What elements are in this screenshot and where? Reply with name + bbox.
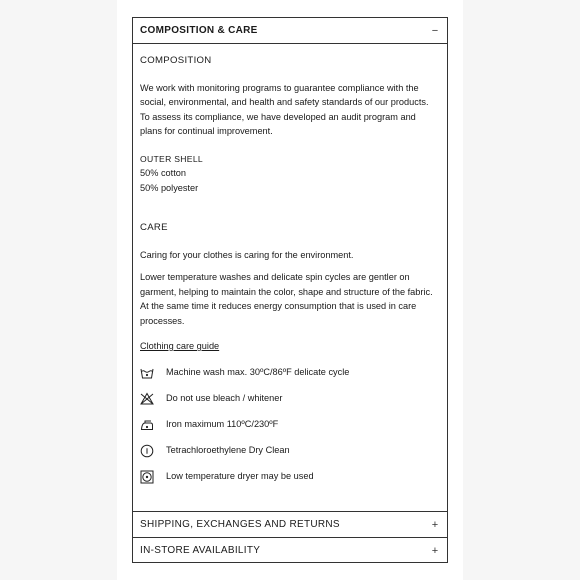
care-instruction-text: Low temperature dryer may be used — [166, 471, 314, 482]
store-availability-header[interactable]: IN-STORE AVAILABILITY + — [133, 538, 447, 563]
care-instruction: Do not use bleach / whitener — [140, 386, 440, 412]
care-instruction: Low temperature dryer may be used — [140, 464, 440, 490]
composition-care-title: COMPOSITION & CARE — [140, 25, 258, 36]
iron-icon — [140, 418, 154, 432]
care-instruction: Iron maximum 110ºC/230ºF — [140, 412, 440, 438]
product-details-accordion: COMPOSITION & CARE − COMPOSITION We work… — [132, 17, 448, 563]
composition-paragraph: We work with monitoring programs to guar… — [140, 82, 429, 137]
shipping-title: SHIPPING, EXCHANGES AND RETURNS — [140, 519, 340, 530]
composition-care-header[interactable]: COMPOSITION & CARE − — [133, 18, 447, 43]
outer-shell-block: OUTER SHELL 50% cotton 50% polyester — [140, 152, 440, 196]
care-instruction: Machine wash max. 30ºC/86ºF delicate cyc… — [140, 360, 440, 386]
expand-icon[interactable]: + — [430, 545, 440, 557]
outer-shell-label: OUTER SHELL — [140, 153, 203, 164]
composition-care-content: COMPOSITION We work with monitoring prog… — [133, 54, 447, 490]
care-instruction-text: Do not use bleach / whitener — [166, 393, 283, 404]
care-instruction-text: Iron maximum 110ºC/230ºF — [166, 419, 279, 430]
expand-icon[interactable]: + — [430, 519, 440, 531]
shipping-accordion: SHIPPING, EXCHANGES AND RETURNS + IN-STO… — [133, 511, 447, 563]
dry-clean-icon — [140, 444, 154, 458]
collapse-icon[interactable]: − — [430, 25, 440, 37]
care-instruction: Tetrachloroethylene Dry Clean — [140, 438, 440, 464]
composition-heading: COMPOSITION — [140, 55, 212, 66]
care-paragraph-1: Caring for your clothes is caring for th… — [140, 249, 354, 260]
care-paragraph-2: Lower temperature washes and delicate sp… — [140, 272, 433, 326]
care-heading: CARE — [140, 222, 168, 233]
tumble-dry-icon — [140, 470, 154, 484]
divider — [133, 43, 447, 44]
no-bleach-icon — [140, 391, 154, 406]
clothing-care-guide-link[interactable]: Clothing care guide — [140, 339, 219, 354]
care-instruction-text: Tetrachloroethylene Dry Clean — [166, 445, 290, 456]
wash-tub-icon — [140, 366, 154, 380]
care-instruction-text: Machine wash max. 30ºC/86ºF delicate cyc… — [166, 367, 350, 378]
care-instructions-list: Machine wash max. 30ºC/86ºF delicate cyc… — [140, 360, 440, 490]
store-availability-title: IN-STORE AVAILABILITY — [140, 545, 261, 556]
material-item: 50% polyester — [140, 182, 199, 193]
material-item: 50% cotton — [140, 168, 186, 178]
shipping-header[interactable]: SHIPPING, EXCHANGES AND RETURNS + — [133, 512, 447, 537]
